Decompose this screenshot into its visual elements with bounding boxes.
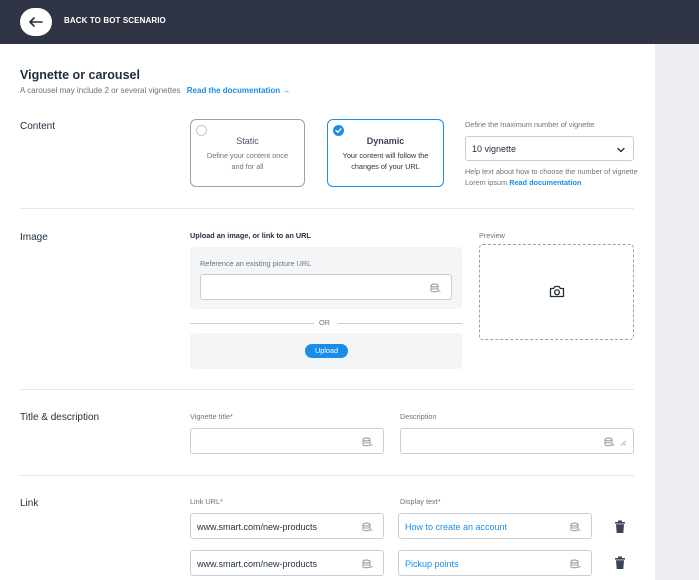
database-icon	[362, 559, 373, 569]
top-bar: BACK TO BOT SCENARIO	[0, 0, 699, 44]
reference-url-label: Reference an existing picture URL	[200, 259, 312, 268]
upload-label: Upload an image, or link to an URL	[190, 231, 311, 240]
documentation-link[interactable]: Read the documentation →	[187, 86, 291, 95]
database-icon	[604, 437, 615, 447]
back-button[interactable]	[20, 8, 52, 36]
or-text: OR	[319, 318, 330, 327]
static-radio[interactable]	[196, 125, 207, 136]
max-vignette-select[interactable]: 10 vignette	[465, 136, 634, 161]
description-input[interactable]	[400, 428, 634, 454]
content-section-label: Content	[20, 121, 56, 132]
database-icon	[362, 437, 373, 447]
link-url-label: Link URL*	[190, 497, 223, 506]
database-icon	[570, 559, 581, 569]
help-text: Help text about how to choose the number…	[465, 166, 640, 188]
upload-button[interactable]: Upload	[305, 344, 348, 358]
image-section-label: Image	[20, 232, 48, 243]
static-description: Define your content once and for all	[206, 151, 289, 171]
display-text-label: Display text*	[400, 497, 441, 506]
display-text-input[interactable]: Pickup points	[398, 550, 592, 576]
vignette-title-label: Vignette title*	[190, 412, 233, 421]
divider	[20, 208, 634, 209]
resize-handle-icon[interactable]	[620, 440, 626, 446]
link-url-input[interactable]: www.smart.com/new-products	[190, 513, 384, 539]
check-icon	[335, 128, 342, 133]
trash-icon[interactable]	[614, 520, 626, 534]
display-text-input[interactable]: How to create an account	[398, 513, 592, 539]
preview-label: Preview	[479, 231, 505, 240]
dynamic-option-card[interactable]: Dynamic Your content will follow the cha…	[327, 119, 444, 187]
page-subtitle: A carousel may include 2 or several vign…	[20, 86, 290, 95]
chevron-down-icon	[617, 147, 625, 153]
link-url-value: www.smart.com/new-products	[197, 559, 318, 569]
main-content: Vignette or carousel A carousel may incl…	[0, 44, 655, 580]
display-text-value: Pickup points	[405, 559, 459, 569]
or-divider: OR	[190, 318, 462, 328]
reference-url-box: Reference an existing picture URL	[190, 247, 462, 309]
back-label[interactable]: BACK TO BOT SCENARIO	[64, 16, 166, 25]
right-side-panel	[655, 44, 699, 580]
dynamic-radio-checked[interactable]	[333, 125, 344, 136]
divider	[20, 475, 634, 476]
arrow-left-icon	[29, 17, 43, 27]
database-icon	[430, 283, 441, 293]
database-icon	[362, 522, 373, 532]
static-option-card[interactable]: Static Define your content once and for …	[190, 119, 305, 187]
dynamic-description: Your content will follow the changes of …	[342, 151, 429, 171]
image-preview	[479, 244, 634, 340]
select-value: 10 vignette	[472, 144, 517, 154]
page-title: Vignette or carousel	[20, 68, 140, 82]
help-documentation-link[interactable]: Read documentation	[509, 178, 581, 187]
dynamic-title: Dynamic	[366, 136, 405, 146]
link-url-input[interactable]: www.smart.com/new-products	[190, 550, 384, 576]
reference-url-input[interactable]	[200, 274, 452, 300]
title-description-section-label: Title & description	[20, 412, 100, 423]
divider	[20, 389, 634, 390]
subtitle-text: A carousel may include 2 or several vign…	[20, 86, 181, 95]
static-title: Static	[236, 136, 259, 146]
camera-icon	[549, 285, 565, 298]
link-section-label: Link	[20, 498, 39, 509]
trash-icon[interactable]	[614, 556, 626, 570]
link-url-value: www.smart.com/new-products	[197, 522, 318, 532]
database-icon	[570, 522, 581, 532]
max-vignette-label: Define the maximum number of vignette	[465, 120, 595, 129]
display-text-value: How to create an account	[405, 522, 508, 532]
vignette-title-input[interactable]	[190, 428, 384, 454]
description-label: Description	[400, 412, 437, 421]
